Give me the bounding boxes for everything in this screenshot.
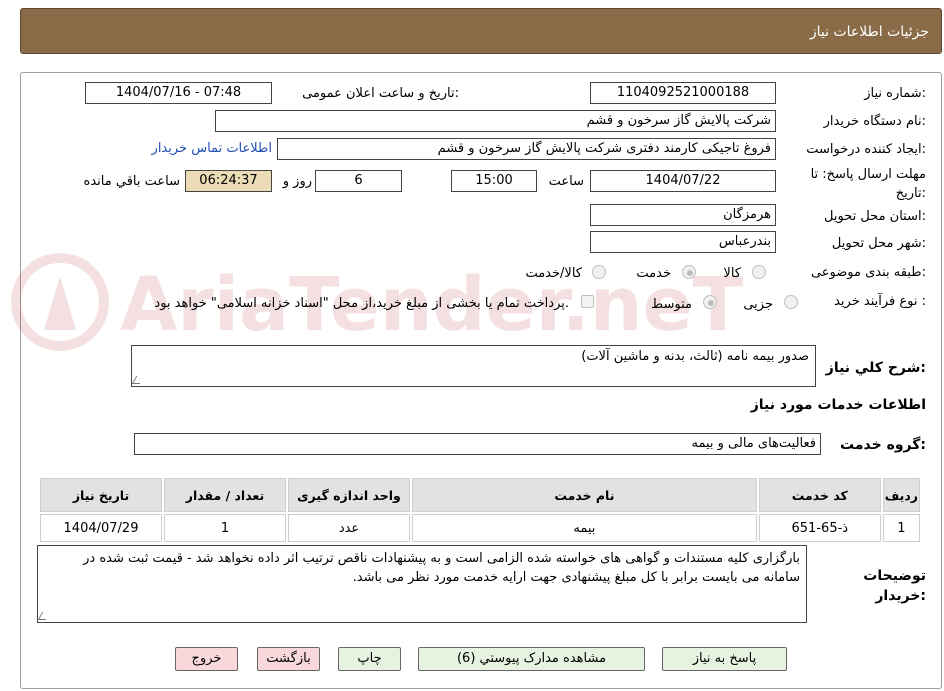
category-option-goods: کالا [723,266,741,281]
service-group-label: گروه خدمت: [840,437,926,453]
category-option-service: خدمت [636,266,671,281]
cell-name: بیمه [412,514,757,542]
province-label: استان محل تحویل: [824,209,926,224]
need-description-label: شرح کلي نیاز: [825,360,926,376]
cell-date: 1404/07/29 [40,514,162,542]
creator-field[interactable]: فروغ تاجیکی کارمند دفتری شرکت پالایش گاز… [277,138,776,160]
province-field[interactable]: هرمزگان [590,204,776,226]
cell-code: ذ-65-651 [758,514,881,542]
buyer-notes-text: بارگزاری کلیه مستندات و گواهی های خواسته… [83,551,800,585]
need-number-label: شماره نیاز: [864,86,926,101]
remaining-days-field[interactable]: 6 [315,170,402,192]
category-option-goods-service: کالا/خدمت [525,266,582,281]
deadline-time-field[interactable]: 15:00 [451,170,537,192]
col-unit-header: واحد اندازه گیری [288,478,410,512]
need-description-text: صدور بیمه نامه (ثالث، بدنه و ماشین آلات) [581,349,809,364]
treasury-payment-note: پرداخت تمام یا بخشی از مبلغ خرید،از محل … [154,296,569,311]
buyer-org-field[interactable]: شرکت پالایش گاز سرخون و قشم [215,110,776,132]
page-title: جزئیات اطلاعات نیاز [809,24,929,40]
col-date-header: تاریخ نیاز [40,478,162,512]
back-button[interactable]: بازگشت [257,647,320,671]
process-option-minor: جزیی [743,297,773,312]
days-label: روز و [282,174,312,189]
resize-grip-icon[interactable] [131,376,145,384]
announce-datetime-label: تاریخ و ساعت اعلان عمومی: [302,86,459,101]
process-radio-medium[interactable] [703,295,717,309]
need-number-field[interactable]: 1104092521000188 [590,82,776,104]
process-option-medium: متوسط [651,297,692,312]
need-description-field[interactable]: صدور بیمه نامه (ثالث، بدنه و ماشین آلات) [131,345,816,387]
cell-unit: عدد [288,514,410,542]
creator-label: ایجاد کننده درخواست: [806,142,926,157]
category-radio-service[interactable] [682,265,696,279]
city-field[interactable]: بندرعباس [590,231,776,253]
remaining-time-field: 06:24:37 [185,170,272,192]
deadline-label: مهلت ارسال پاسخ: تا تاریخ: [810,167,926,201]
treasury-payment-checkbox[interactable] [581,295,594,308]
page-header: جزئیات اطلاعات نیاز [20,8,942,54]
table-row[interactable]: 1 ذ-65-651 بیمه عدد 1 1404/07/29 [40,514,920,542]
announce-datetime-field[interactable]: 1404/07/16 - 07:48 [85,82,272,104]
remaining-time-label: ساعت باقي مانده [83,174,180,189]
buyer-contact-link[interactable]: اطلاعات تماس خریدار [152,141,272,156]
category-label: طبقه بندی موضوعی: [810,265,926,280]
resize-grip-icon[interactable] [37,612,51,620]
reply-button[interactable]: پاسخ به نیاز [662,647,787,671]
buyer-notes-field[interactable]: بارگزاری کلیه مستندات و گواهی های خواسته… [37,545,807,623]
deadline-time-label: ساعت [548,174,584,189]
services-table: ردیف کد خدمت نام خدمت واحد اندازه گیری ت… [38,476,922,544]
col-row-header: ردیف [882,478,920,512]
col-name-header: نام خدمت [412,478,757,512]
col-qty-header: تعداد / مقدار [164,478,286,512]
service-group-field[interactable]: فعالیت‌های مالی و بیمه [134,433,821,455]
print-button[interactable]: چاپ [338,647,401,671]
cell-row: 1 [882,514,920,542]
category-radio-goods-service[interactable] [592,265,606,279]
services-table-header: ردیف کد خدمت نام خدمت واحد اندازه گیری ت… [40,478,920,512]
exit-button[interactable]: خروج [175,647,238,671]
deadline-date-field[interactable]: 1404/07/22 [590,170,776,192]
services-section-title: اطلاعات خدمات مورد نیاز [750,397,926,413]
view-attachments-button[interactable]: مشاهده مدارک پیوستي (6) [418,647,645,671]
category-radio-goods[interactable] [752,265,766,279]
city-label: شهر محل تحویل: [831,236,926,251]
cell-qty: 1 [164,514,286,542]
buyer-notes-label: توضیحات خریدار: [863,568,926,604]
buyer-org-label: نام دستگاه خریدار: [823,114,926,129]
process-type-label: نوع فرآیند خرید : [834,294,926,309]
process-radio-minor[interactable] [784,295,798,309]
col-code-header: کد خدمت [758,478,881,512]
